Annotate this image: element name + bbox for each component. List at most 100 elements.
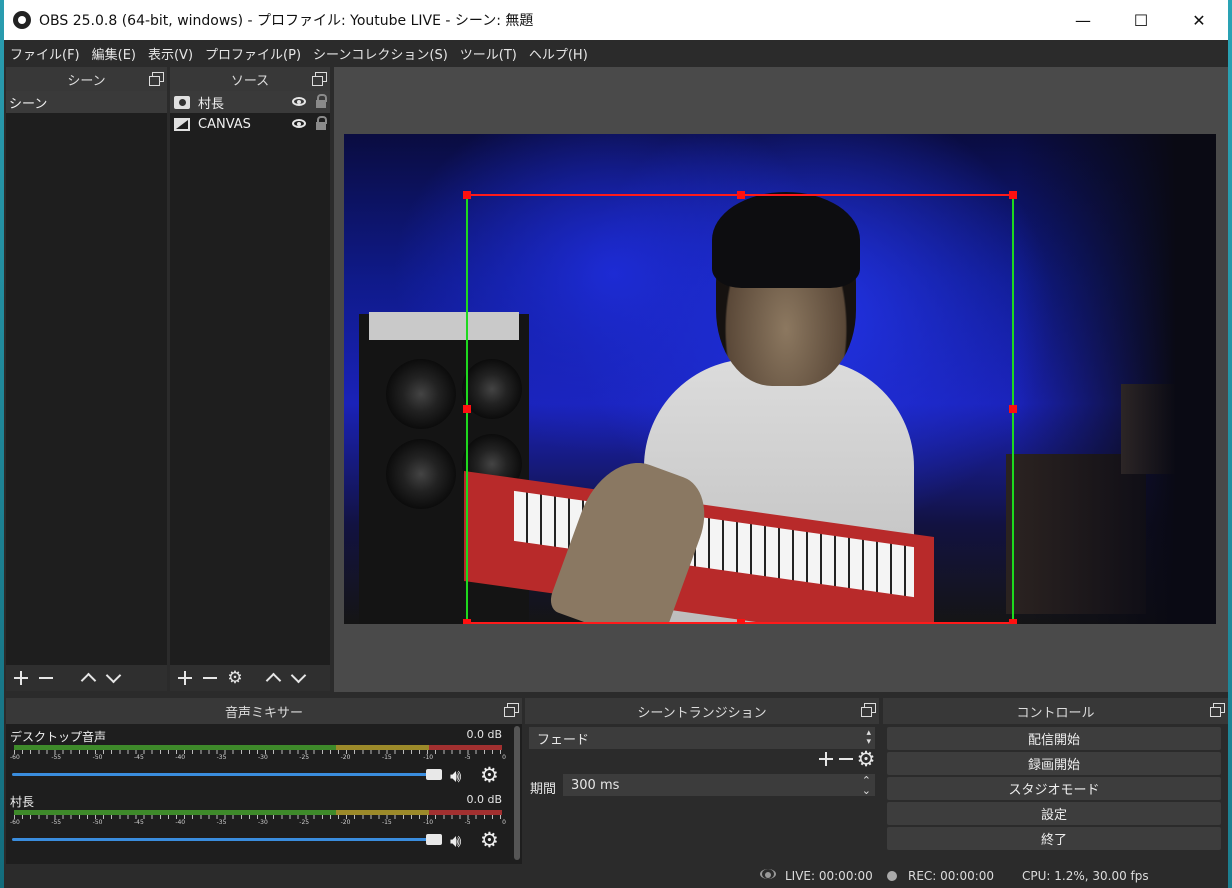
remove-scene-minus-icon[interactable] xyxy=(37,669,55,687)
channel-db: 0.0 dB xyxy=(466,793,502,806)
source-name: CANVAS xyxy=(198,116,251,132)
menu-help[interactable]: ヘルプ(H) xyxy=(523,44,594,63)
close-button[interactable]: ✕ xyxy=(1170,0,1228,40)
volume-slider-handle[interactable] xyxy=(426,769,442,780)
sources-dock-header: ソース xyxy=(170,67,330,91)
resize-handle[interactable] xyxy=(463,619,471,624)
menu-file[interactable]: ファイル(F) xyxy=(4,44,86,63)
transition-settings-gear-icon[interactable]: ⚙ xyxy=(857,748,876,769)
scenes-dock-header: シーン xyxy=(6,67,167,91)
source-item[interactable]: 村長 xyxy=(170,91,330,113)
image-icon xyxy=(174,117,190,131)
visibility-eye-icon[interactable] xyxy=(292,97,306,106)
volume-slider-handle[interactable] xyxy=(426,834,442,845)
controls-title: コントロール xyxy=(1016,705,1095,721)
obs-window: OBS 25.0.8 (64-bit, windows) - プロファイル: Y… xyxy=(4,0,1228,888)
sources-toolbar: ⚙ xyxy=(170,665,330,691)
preview-canvas[interactable] xyxy=(344,134,1216,624)
resize-handle[interactable] xyxy=(737,619,745,624)
channel-db: 0.0 dB xyxy=(466,728,502,741)
duration-label: 期間 xyxy=(530,782,557,797)
gear-icon[interactable]: ⚙ xyxy=(480,763,499,787)
remove-transition-minus-icon[interactable] xyxy=(837,750,855,768)
move-scene-up-icon[interactable] xyxy=(79,669,97,687)
resize-handle[interactable] xyxy=(737,191,745,199)
sources-dock: ソース 村長 CANVAS ⚙ xyxy=(170,67,330,691)
audio-channel: デスクトップ音声 0.0 dB -60 -55 -50 -45 -40 -35 -30 -25… xyxy=(6,728,506,788)
remove-source-minus-icon[interactable] xyxy=(201,669,219,687)
visibility-eye-icon[interactable] xyxy=(292,119,306,128)
status-bar: LIVE: 00:00:00 REC: 00:00:00 CPU: 1.2%, … xyxy=(4,864,1228,888)
lock-icon[interactable] xyxy=(316,116,327,130)
scenes-dock: シーン シーン xyxy=(6,67,167,691)
scene-list: シーン xyxy=(6,91,167,665)
move-source-down-icon[interactable] xyxy=(289,669,307,687)
duration-spinbox[interactable]: 300 ms ⌃ ⌄ xyxy=(563,774,875,796)
start-recording-button[interactable]: 録画開始 xyxy=(887,752,1221,775)
undock-icon[interactable] xyxy=(1210,703,1225,717)
audio-mixer-dock: 音声ミキサー デスクトップ音声 0.0 dB -60 -55 -50 -45 -40 -3… xyxy=(6,698,522,864)
resize-handle[interactable] xyxy=(463,405,471,413)
controls-header: コントロール xyxy=(883,698,1228,724)
add-source-plus-icon[interactable] xyxy=(176,669,194,687)
audio-channel: 村長 0.0 dB -60 -55 -50 -45 -40 -35 -30 -25 -20 -15… xyxy=(6,793,506,853)
start-streaming-button[interactable]: 配信開始 xyxy=(887,727,1221,750)
maximize-button[interactable]: ☐ xyxy=(1112,0,1170,40)
transition-select[interactable]: フェード ▴ ▾ xyxy=(529,727,875,749)
menu-bar: ファイル(F) 編集(E) 表示(V) プロファイル(P) シーンコレクション(… xyxy=(4,40,1228,66)
resize-handle[interactable] xyxy=(463,191,471,199)
live-status: LIVE: 00:00:00 xyxy=(785,869,873,883)
scene-item[interactable]: シーン xyxy=(6,91,167,113)
sources-dock-title: ソース xyxy=(230,73,270,89)
move-source-up-icon[interactable] xyxy=(264,669,282,687)
studio-mode-button[interactable]: スタジオモード xyxy=(887,777,1221,800)
menu-profile[interactable]: プロファイル(P) xyxy=(199,44,307,63)
add-scene-plus-icon[interactable] xyxy=(12,669,30,687)
undock-icon[interactable] xyxy=(149,72,164,86)
controls-dock: コントロール 配信開始 録画開始 スタジオモード 設定 終了 xyxy=(883,698,1228,864)
channel-name: 村長 xyxy=(10,795,35,809)
menu-tools[interactable]: ツール(T) xyxy=(454,44,523,63)
preview-area[interactable] xyxy=(334,67,1228,692)
add-transition-plus-icon[interactable] xyxy=(817,750,835,768)
resize-handle[interactable] xyxy=(1009,191,1017,199)
audio-mixer-title: 音声ミキサー xyxy=(224,705,303,721)
source-name: 村長 xyxy=(198,96,225,112)
lock-icon[interactable] xyxy=(316,94,327,108)
scene-transitions-title: シーントランジション xyxy=(637,705,767,721)
gear-icon[interactable]: ⚙ xyxy=(480,828,499,852)
record-dot-icon xyxy=(887,871,897,881)
chevron-updown-icon: ▴ ▾ xyxy=(866,728,871,747)
spin-arrows-icon[interactable]: ⌃ ⌄ xyxy=(862,775,871,796)
mixer-scrollbar[interactable] xyxy=(514,726,520,860)
scene-transitions-header: シーントランジション xyxy=(525,698,879,724)
title-bar: OBS 25.0.8 (64-bit, windows) - プロファイル: Y… xyxy=(4,0,1228,40)
move-scene-down-icon[interactable] xyxy=(104,669,122,687)
undock-icon[interactable] xyxy=(312,72,327,86)
window-title: OBS 25.0.8 (64-bit, windows) - プロファイル: Y… xyxy=(39,13,534,29)
audio-mixer-header: 音声ミキサー xyxy=(6,698,522,724)
speaker-icon[interactable]: 🔊︎ xyxy=(450,766,461,787)
scenes-dock-title: シーン xyxy=(67,73,106,89)
undock-icon[interactable] xyxy=(861,703,876,717)
resize-handle[interactable] xyxy=(1009,619,1017,624)
channel-name: デスクトップ音声 xyxy=(10,730,107,744)
scene-transitions-dock: シーントランジション フェード ▴ ▾ ⚙ 期間 300 ms ⌃ ⌄ xyxy=(525,698,879,864)
menu-scene-collection[interactable]: シーンコレクション(S) xyxy=(307,44,454,63)
settings-button[interactable]: 設定 xyxy=(887,802,1221,825)
meter-scale: -60 -55 -50 -45 -40 -35 -30 -25 -20 -15 -10 -5 0 xyxy=(10,754,506,761)
menu-edit[interactable]: 編集(E) xyxy=(86,44,142,63)
source-properties-gear-icon[interactable]: ⚙ xyxy=(226,669,244,687)
resize-handle[interactable] xyxy=(1009,405,1017,413)
source-transform-box[interactable] xyxy=(463,191,1017,624)
undock-icon[interactable] xyxy=(504,703,519,717)
volume-slider[interactable] xyxy=(12,838,438,841)
live-broadcast-icon xyxy=(760,869,776,881)
source-item[interactable]: CANVAS xyxy=(170,113,330,135)
menu-view[interactable]: 表示(V) xyxy=(142,44,199,63)
minimize-button[interactable]: — xyxy=(1054,0,1112,40)
exit-button[interactable]: 終了 xyxy=(887,827,1221,850)
desktop-background-right xyxy=(1228,0,1232,888)
speaker-icon[interactable]: 🔊︎ xyxy=(450,831,461,852)
volume-slider[interactable] xyxy=(12,773,438,776)
